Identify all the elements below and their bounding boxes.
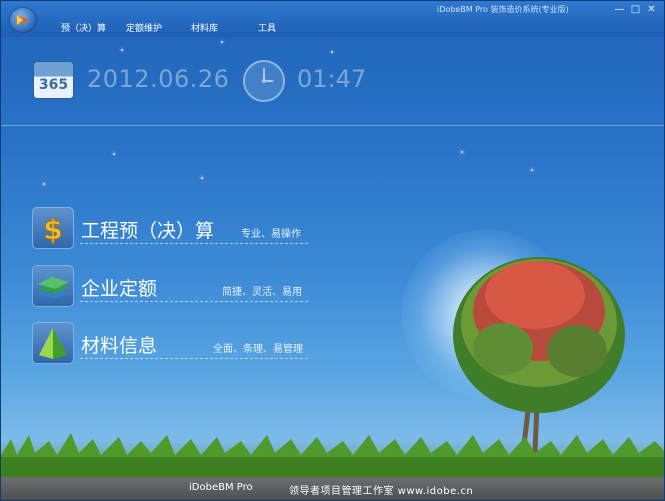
current-time: 01:47 bbox=[297, 65, 367, 93]
feature-desc: 专业、易操作 bbox=[241, 229, 301, 240]
feature-enterprise-quota[interactable]: 企业定额 简捷、灵活、易用 bbox=[32, 265, 312, 309]
menu-material-library[interactable]: 材料库 bbox=[191, 21, 218, 34]
menu-tools[interactable]: 工具 bbox=[258, 21, 276, 34]
feature-title: 材料信息 bbox=[81, 335, 158, 357]
star-decoration bbox=[121, 49, 123, 51]
menu-budget[interactable]: 预（决）算 bbox=[61, 21, 106, 34]
calendar-icon: 365 bbox=[33, 61, 74, 99]
title-bar: 预（决）算 定额维护 材料库 工具 iDobeBM Pro 装饰造价系统(专业版… bbox=[1, 1, 664, 37]
feature-underline bbox=[80, 243, 308, 244]
dollar-icon: $ bbox=[32, 207, 74, 249]
calendar-icon-text: 365 bbox=[38, 77, 69, 93]
footer-studio-link[interactable]: 领导者项目管理工作室 www.idobe.cn bbox=[289, 482, 473, 497]
star-decoration bbox=[461, 151, 463, 153]
feature-title: 企业定额 bbox=[81, 278, 158, 300]
feature-underline bbox=[80, 301, 308, 302]
star-decoration bbox=[113, 153, 115, 155]
header-divider bbox=[1, 125, 664, 126]
star-decoration bbox=[201, 177, 203, 179]
feature-project-budget[interactable]: $ 工程预（决）算 专业、易操作 bbox=[32, 207, 312, 251]
books-icon bbox=[32, 265, 74, 307]
feature-desc: 全面、条理、易管理 bbox=[213, 344, 303, 355]
window-title: iDobeBM Pro 装饰造价系统(专业版) bbox=[437, 5, 569, 14]
maximize-button[interactable]: □ bbox=[629, 4, 642, 15]
star-decoration bbox=[531, 169, 533, 171]
pyramid-icon bbox=[32, 322, 74, 364]
close-button[interactable]: ✕ bbox=[645, 4, 658, 15]
star-decoration bbox=[331, 51, 333, 53]
clock-icon bbox=[243, 60, 285, 102]
star-decoration bbox=[43, 183, 45, 185]
menu-quota-maintenance[interactable]: 定额维护 bbox=[126, 21, 162, 34]
feature-material-info[interactable]: 材料信息 全面、条理、易管理 bbox=[32, 322, 312, 366]
footer-product-name: iDobeBM Pro bbox=[189, 482, 253, 493]
app-window: 预（决）算 定额维护 材料库 工具 iDobeBM Pro 装饰造价系统(专业版… bbox=[0, 0, 665, 501]
footer-bar: iDobeBM Pro 领导者项目管理工作室 www.idobe.cn bbox=[1, 477, 664, 500]
grass-decoration bbox=[1, 433, 664, 481]
feature-title: 工程预（决）算 bbox=[81, 220, 215, 242]
current-date: 2012.06.26 bbox=[87, 65, 230, 93]
feature-desc: 简捷、灵活、易用 bbox=[222, 287, 302, 298]
feature-underline bbox=[80, 358, 308, 359]
svg-text:$: $ bbox=[43, 213, 62, 246]
minimize-button[interactable]: — bbox=[613, 4, 626, 15]
app-logo-icon[interactable] bbox=[10, 8, 36, 32]
star-decoration bbox=[221, 41, 223, 43]
